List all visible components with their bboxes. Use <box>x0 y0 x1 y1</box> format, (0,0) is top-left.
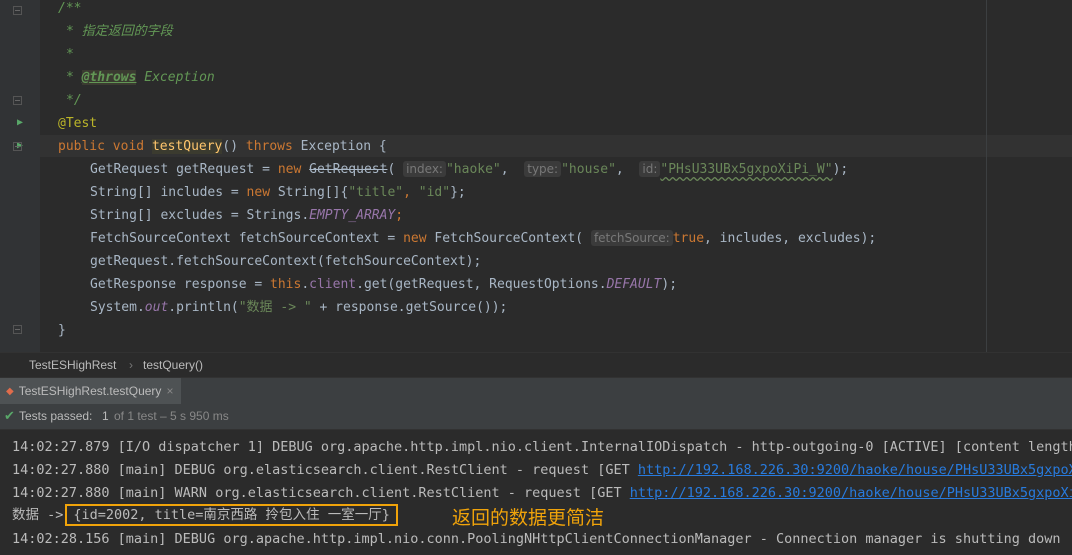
fold-marker-icon[interactable] <box>13 142 22 151</box>
closing-brace: } <box>58 323 66 338</box>
param-hint: index: <box>403 161 446 177</box>
console-link[interactable]: http://192.168.226.30:9200/haoke/house/P… <box>638 462 1072 478</box>
breadcrumb-class[interactable]: TestESHighRest <box>29 358 116 372</box>
console-line-result: 数据 -> {id=2002, title=南京西路 拎包入住 一室一厅} <box>12 504 398 527</box>
fold-marker-icon[interactable] <box>13 6 22 15</box>
param-hint: type: <box>524 161 562 177</box>
doc-throws-tag: @throws <box>81 70 137 85</box>
console-line: 14:02:28.156 [main] DEBUG org.apache.htt… <box>12 531 1061 547</box>
method-signature: public void testQuery() throws Exception… <box>58 139 387 154</box>
code-line-response: GetResponse response = this.client.get(g… <box>90 277 678 292</box>
right-margin-guide <box>986 0 987 352</box>
code-line-set-fetch: getRequest.fetchSourceContext(fetchSourc… <box>90 254 482 269</box>
param-hint: fetchSource: <box>590 230 673 246</box>
test-annotation: @Test <box>58 116 98 131</box>
run-tab-bar: ◆ TestESHighRest.testQuery × <box>0 377 1072 405</box>
console-line: 14:02:27.880 [main] WARN org.elasticsear… <box>12 482 1072 505</box>
tests-detail: of 1 test – 5 s 950 ms <box>114 409 229 423</box>
test-status-bar: ✔ Tests passed: 1 of 1 test – 5 s 950 ms <box>0 404 1072 430</box>
fold-marker-icon[interactable] <box>13 96 22 105</box>
param-hint: id: <box>639 161 661 177</box>
doc-comment-close: */ <box>66 93 82 108</box>
test-run-icon: ◆ <box>6 385 14 397</box>
run-tab[interactable]: ◆ TestESHighRest.testQuery × <box>0 378 182 404</box>
console-output[interactable]: 14:02:27.879 [I/O dispatcher 1] DEBUG or… <box>0 430 1072 555</box>
doc-comment-throws: * @throws Exception <box>66 70 215 85</box>
result-highlight-box: {id=2002, title=南京西路 拎包入住 一室一厅} <box>65 504 398 526</box>
tests-passed-count: 1 <box>102 409 109 423</box>
editor-gutter[interactable]: ▶ ▶ <box>0 0 40 352</box>
console-line: 14:02:27.880 [main] DEBUG org.elasticsea… <box>12 459 1072 482</box>
doc-comment-desc: * 指定返回的字段 <box>66 24 173 39</box>
annotation-note: 返回的数据更简洁 <box>452 507 605 529</box>
breadcrumb: TestESHighRest › testQuery() <box>0 352 1072 377</box>
console-line: 14:02:27.879 [I/O dispatcher 1] DEBUG or… <box>12 439 1072 455</box>
code-editor[interactable]: ▶ ▶ /** * 指定返回的字段 * * @throws Exception … <box>0 0 1072 352</box>
doc-comment-open: /** <box>58 1 82 16</box>
run-tab-label: TestESHighRest.testQuery <box>18 384 162 398</box>
code-line-includes: String[] includes = new String[]{"title"… <box>90 185 466 200</box>
breadcrumb-method[interactable]: testQuery() <box>143 358 203 372</box>
breadcrumb-separator-icon: › <box>129 358 133 372</box>
code-line-get-request: GetRequest getRequest = new GetRequest( … <box>90 161 849 177</box>
code-line-excludes: String[] excludes = Strings.EMPTY_ARRAY; <box>90 208 404 223</box>
doc-comment-star: * <box>66 47 74 62</box>
close-tab-icon[interactable]: × <box>166 384 173 398</box>
console-link[interactable]: http://192.168.226.30:9200/haoke/house/P… <box>630 485 1072 501</box>
run-test-icon[interactable]: ▶ <box>17 117 23 128</box>
code-line-println: System.out.println("数据 -> " + response.g… <box>90 300 508 315</box>
fold-marker-icon[interactable] <box>13 325 22 334</box>
method-name: testQuery <box>151 139 223 154</box>
code-line-fetch-source: FetchSourceContext fetchSourceContext = … <box>90 230 877 246</box>
check-icon: ✔ <box>4 408 15 423</box>
tests-passed-label: Tests passed: <box>19 409 93 423</box>
